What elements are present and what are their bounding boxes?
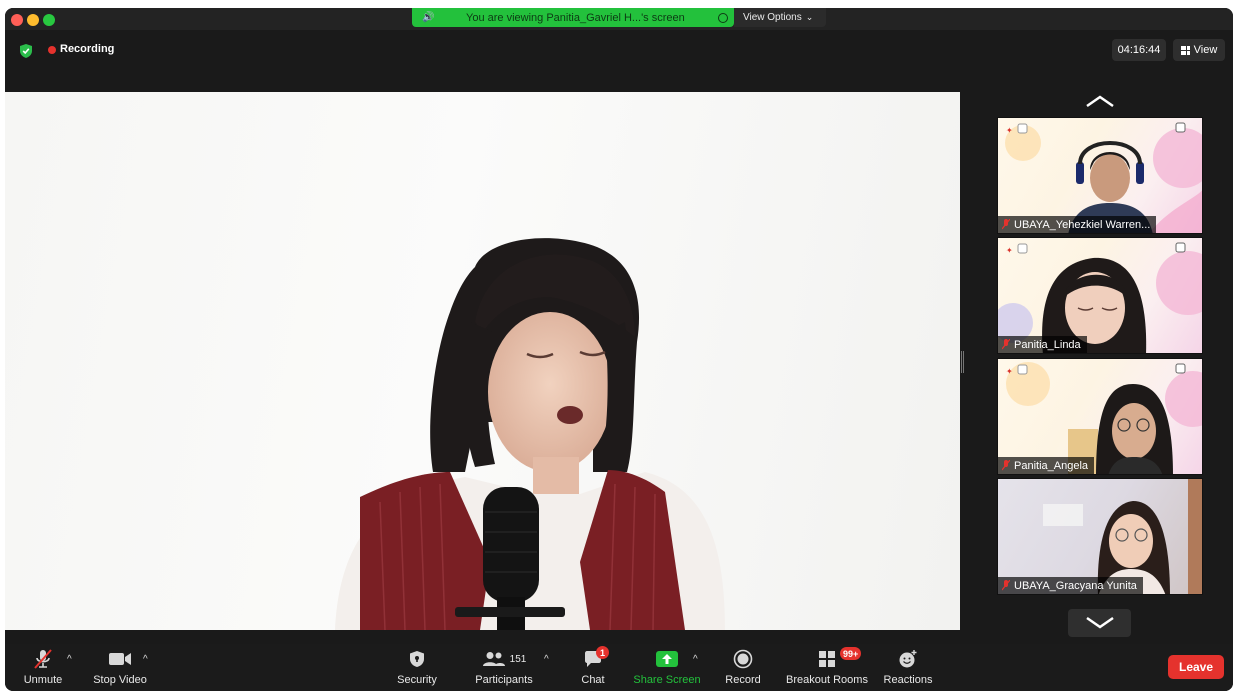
svg-text:✦: ✦ [1006, 367, 1013, 376]
muted-mic-icon [1002, 580, 1010, 591]
breakout-rooms-label: Breakout Rooms [786, 674, 868, 686]
recording-indicator-icon [48, 46, 56, 54]
reactions-label: Reactions [883, 674, 933, 686]
view-options-button[interactable]: View Options ⌄ [734, 8, 826, 27]
audio-options-caret[interactable]: ^ [67, 654, 72, 665]
security-label: Security [397, 674, 437, 686]
participant-tile-1[interactable]: ✦ UBAYA_Yehezkiel Warren... [997, 117, 1203, 234]
chat-label: Chat [581, 674, 605, 686]
breakout-rooms-button[interactable]: 99+ Breakout Rooms [785, 644, 869, 691]
stop-video-label: Stop Video [93, 674, 147, 686]
unmute-label: Unmute [23, 674, 63, 686]
participants-button[interactable]: 151 Participants [472, 644, 536, 691]
title-bar: 🔊 You are viewing Panitia_Gavriel H...'s… [5, 8, 1233, 30]
security-button[interactable]: Security [395, 644, 439, 691]
recording-label: Recording [60, 43, 115, 55]
meeting-toolbar: Unmute ^ Stop Video ^ Security 151 Parti… [5, 644, 1233, 691]
stage-resize-handle[interactable] [961, 351, 964, 373]
breakout-badge: 99+ [840, 647, 862, 660]
share-options-caret[interactable]: ^ [693, 654, 698, 665]
share-screen-arrow-icon [656, 651, 678, 667]
gallery-scroll-down-button[interactable] [1068, 609, 1131, 637]
muted-mic-icon [1002, 460, 1010, 471]
stop-video-button[interactable]: Stop Video [89, 644, 151, 691]
view-button[interactable]: View [1173, 39, 1225, 61]
video-camera-icon [109, 653, 131, 665]
participant-name-label: UBAYA_Yehezkiel Warren... [998, 216, 1157, 233]
zoom-window: 🔊 You are viewing Panitia_Gavriel H...'s… [5, 8, 1233, 691]
leave-meeting-button[interactable]: Leave [1168, 655, 1224, 679]
participant-name-label: UBAYA_Gracyana Yunita [998, 577, 1143, 594]
share-status-icon [718, 13, 728, 23]
participant-count: 151 [509, 653, 527, 665]
participant-tile-4[interactable]: UBAYA_Gracyana Yunita [997, 478, 1203, 595]
chat-unread-badge: 1 [596, 646, 609, 659]
participants-options-caret[interactable]: ^ [544, 654, 549, 665]
record-button[interactable]: Record [723, 644, 763, 691]
breakout-rooms-icon [819, 651, 835, 667]
participants-label: Participants [475, 674, 533, 686]
minimize-window-button[interactable] [27, 14, 39, 26]
unmute-button[interactable]: Unmute [19, 644, 67, 691]
view-grid-icon [1180, 45, 1190, 55]
close-window-button[interactable] [11, 14, 23, 26]
encryption-shield-icon[interactable] [19, 43, 33, 59]
screen-share-banner: 🔊 You are viewing Panitia_Gavriel H...'s… [412, 8, 734, 27]
muted-mic-icon [1002, 339, 1010, 350]
muted-mic-icon [1002, 219, 1010, 230]
chevron-down-icon [1085, 616, 1114, 629]
participant-name: UBAYA_Gracyana Yunita [1014, 579, 1137, 592]
svg-text:✦: ✦ [1006, 246, 1013, 255]
speaker-icon: 🔊 [422, 12, 435, 23]
share-screen-label: Share Screen [633, 674, 701, 686]
meeting-timer: 04:16:44 [1112, 39, 1166, 61]
record-label: Record [725, 674, 761, 686]
participant-name: Panitia_Angela [1014, 459, 1089, 472]
reactions-button[interactable]: Reactions [881, 644, 935, 691]
record-icon [733, 649, 753, 669]
gallery-scroll-up-button[interactable] [1068, 87, 1131, 115]
security-shield-icon [410, 651, 424, 667]
share-screen-button[interactable]: Share Screen [633, 644, 701, 691]
share-banner-text: You are viewing Panitia_Gavriel H...'s s… [466, 11, 685, 24]
muted-microphone-icon [34, 649, 52, 669]
view-label: View [1193, 44, 1218, 56]
chevron-up-icon [1085, 95, 1114, 108]
participants-icon [482, 652, 505, 666]
shared-screen-video [5, 92, 960, 630]
chevron-down-icon: ⌄ [805, 12, 814, 22]
participant-name-label: Panitia_Linda [998, 336, 1087, 353]
svg-text:✦: ✦ [1006, 126, 1013, 135]
participant-name: UBAYA_Yehezkiel Warren... [1014, 218, 1151, 231]
participant-name-label: Panitia_Angela [998, 457, 1095, 474]
video-options-caret[interactable]: ^ [143, 654, 148, 665]
participant-tile-3[interactable]: ✦ Panitia_Angela [997, 358, 1203, 475]
smiley-icon [899, 650, 917, 668]
chat-button[interactable]: 1 Chat [575, 644, 611, 691]
speaker-video-image [335, 238, 725, 630]
view-options-label: View Options [743, 12, 802, 23]
maximize-window-button[interactable] [43, 14, 55, 26]
participant-name: Panitia_Linda [1014, 338, 1081, 351]
participant-tile-2[interactable]: ✦ Panitia_Linda [997, 237, 1203, 354]
